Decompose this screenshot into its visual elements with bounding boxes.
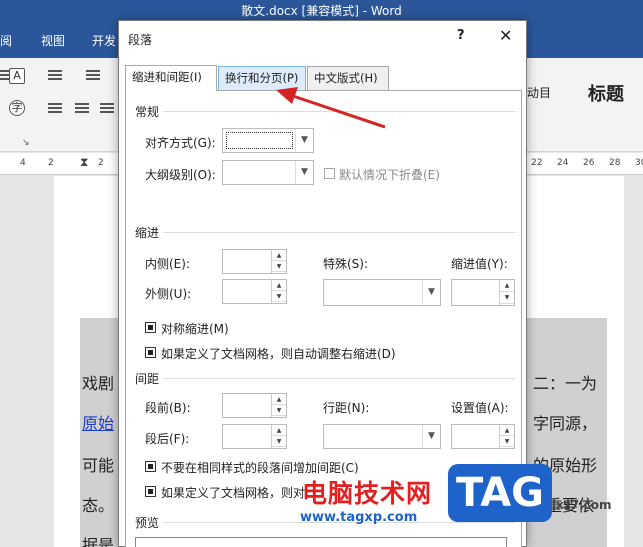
bullets-icon[interactable] xyxy=(48,70,62,82)
spacing-after-label: 段后(F): xyxy=(145,432,190,446)
ruler-tick: 2 xyxy=(98,158,104,168)
spin-up-icon[interactable]: ▲ xyxy=(272,425,286,436)
ruler-tick: 28 xyxy=(609,158,621,168)
indent-outside-spinner[interactable]: ▲ ▼ xyxy=(222,279,287,304)
watermark-site: xz7.com xyxy=(556,498,612,512)
ruler-tick: 30 xyxy=(635,158,643,168)
chevron-down-icon: ▼ xyxy=(295,161,313,184)
window-title: 散文.docx [兼容模式] - Word xyxy=(241,4,402,18)
outline-level-label: 大纲级别(O): xyxy=(145,168,216,182)
style-heading[interactable]: 标题 xyxy=(588,80,624,106)
ruler-tick: 22 xyxy=(531,158,543,168)
spin-up-icon[interactable]: ▲ xyxy=(500,280,514,292)
word-title-bar: 散文.docx [兼容模式] - Word xyxy=(0,0,643,20)
watermark-url: www.tagxp.com xyxy=(300,510,418,525)
section-divider xyxy=(163,232,515,233)
align-left-icon[interactable] xyxy=(48,103,62,115)
menu-tab-developer[interactable]: 开发 xyxy=(92,32,116,49)
mirror-indents-label: 对称缩进(M) xyxy=(161,322,229,336)
help-icon[interactable]: ? xyxy=(457,28,465,43)
spacing-before-spinner[interactable]: ▲ ▼ xyxy=(222,393,287,418)
spin-up-icon[interactable]: ▲ xyxy=(272,394,286,405)
no-space-same-style-checkbox[interactable] xyxy=(145,461,156,472)
phonetic-guide-icon[interactable]: 字 xyxy=(9,100,25,116)
section-indentation: 缩进 xyxy=(135,226,160,240)
spin-down-icon[interactable]: ▼ xyxy=(272,405,286,416)
line-spacing-label: 行距(N): xyxy=(323,401,370,415)
collapse-default-checkbox[interactable] xyxy=(324,168,335,179)
spin-up-icon[interactable]: ▲ xyxy=(272,250,286,261)
ruler-tick: 24 xyxy=(557,158,569,168)
tab-line-page-breaks[interactable]: 换行和分页(P) xyxy=(218,66,306,90)
section-preview: 预览 xyxy=(135,516,160,530)
doc-line-left: 可能 xyxy=(82,456,115,475)
ruler-tick: 2 xyxy=(48,158,54,168)
section-spacing: 间距 xyxy=(135,372,160,386)
preview-box xyxy=(135,537,507,547)
spacing-before-label: 段前(B): xyxy=(145,401,191,415)
doc-line-left: 戏剧 xyxy=(82,374,115,393)
spin-up-icon[interactable]: ▲ xyxy=(272,280,286,291)
special-indent-label: 特殊(S): xyxy=(323,257,369,271)
section-general: 常规 xyxy=(135,105,160,119)
chevron-down-icon: ▼ xyxy=(422,425,440,448)
alignment-select[interactable]: ▼ xyxy=(222,128,314,153)
font-box-icon[interactable]: A xyxy=(9,68,25,84)
spacing-after-spinner[interactable]: ▲ ▼ xyxy=(222,424,287,449)
dialog-launcher-icon[interactable]: ↘ xyxy=(22,138,30,148)
line-spacing-select[interactable]: ▼ xyxy=(323,424,441,449)
close-icon[interactable]: ✕ xyxy=(499,26,512,45)
spin-down-icon[interactable]: ▼ xyxy=(500,436,514,447)
auto-right-indent-checkbox[interactable] xyxy=(145,347,156,358)
outline-level-select[interactable]: ▼ xyxy=(222,160,314,185)
indent-value-label: 缩进值(Y): xyxy=(451,257,508,271)
alignment-label: 对齐方式(G): xyxy=(145,136,216,150)
spacing-value-spinner[interactable]: ▲ ▼ xyxy=(451,424,515,449)
spin-down-icon[interactable]: ▼ xyxy=(500,292,514,304)
spin-up-icon[interactable]: ▲ xyxy=(500,425,514,436)
indent-value-spinner[interactable]: ▲ ▼ xyxy=(451,279,515,306)
align-right-icon[interactable] xyxy=(100,103,114,115)
auto-right-indent-label: 如果定义了文档网格，则自动调整右缩进(D) xyxy=(161,347,396,361)
section-divider xyxy=(163,111,515,112)
spin-down-icon[interactable]: ▼ xyxy=(272,261,286,272)
menu-tab-view[interactable]: 视图 xyxy=(41,32,65,49)
chevron-down-icon: ▼ xyxy=(295,129,313,152)
watermark-brand: 电脑技术网 xyxy=(302,479,433,508)
mirror-indents-checkbox[interactable] xyxy=(145,322,156,333)
ruler-tick: 4 xyxy=(20,158,26,168)
style-gallery-item[interactable]: 动目 xyxy=(527,84,551,101)
doc-line-right: 字同源， xyxy=(533,414,598,433)
menu-tab-review[interactable]: 阅 xyxy=(0,32,12,49)
doc-line-left: 据是 xyxy=(82,536,115,547)
section-divider xyxy=(163,378,515,379)
spin-down-icon[interactable]: ▼ xyxy=(272,436,286,447)
dialog-title: 段落 xyxy=(128,33,153,47)
special-indent-select[interactable]: ▼ xyxy=(323,279,441,306)
indent-inside-spinner[interactable]: ▲ ▼ xyxy=(222,249,287,274)
doc-line-left-link[interactable]: 原始 xyxy=(82,410,114,434)
indent-marker-icon[interactable]: ⧗ xyxy=(80,155,88,170)
doc-line-left: 态。 xyxy=(82,496,115,515)
indent-outside-label: 外侧(U): xyxy=(145,287,192,301)
snap-to-grid-label: 如果定义了文档网格，则对 xyxy=(161,486,306,500)
ruler-tick: 26 xyxy=(583,158,595,168)
tab-asian-typography[interactable]: 中文版式(H) xyxy=(307,66,389,90)
spacing-value-label: 设置值(A): xyxy=(451,401,509,415)
doc-line-right: 二：一为 xyxy=(533,374,598,393)
collapse-default-label: 默认情况下折叠(E) xyxy=(339,168,440,182)
indent-inside-label: 内侧(E): xyxy=(145,257,190,271)
snap-to-grid-checkbox[interactable] xyxy=(145,486,156,497)
align-center-icon[interactable] xyxy=(75,103,89,115)
numbering-icon[interactable] xyxy=(86,70,100,82)
spin-down-icon[interactable]: ▼ xyxy=(272,291,286,302)
watermark-logo: TAG xyxy=(448,464,552,522)
chevron-down-icon: ▼ xyxy=(422,280,440,305)
tab-indents-spacing[interactable]: 缩进和间距(I) xyxy=(125,65,217,91)
